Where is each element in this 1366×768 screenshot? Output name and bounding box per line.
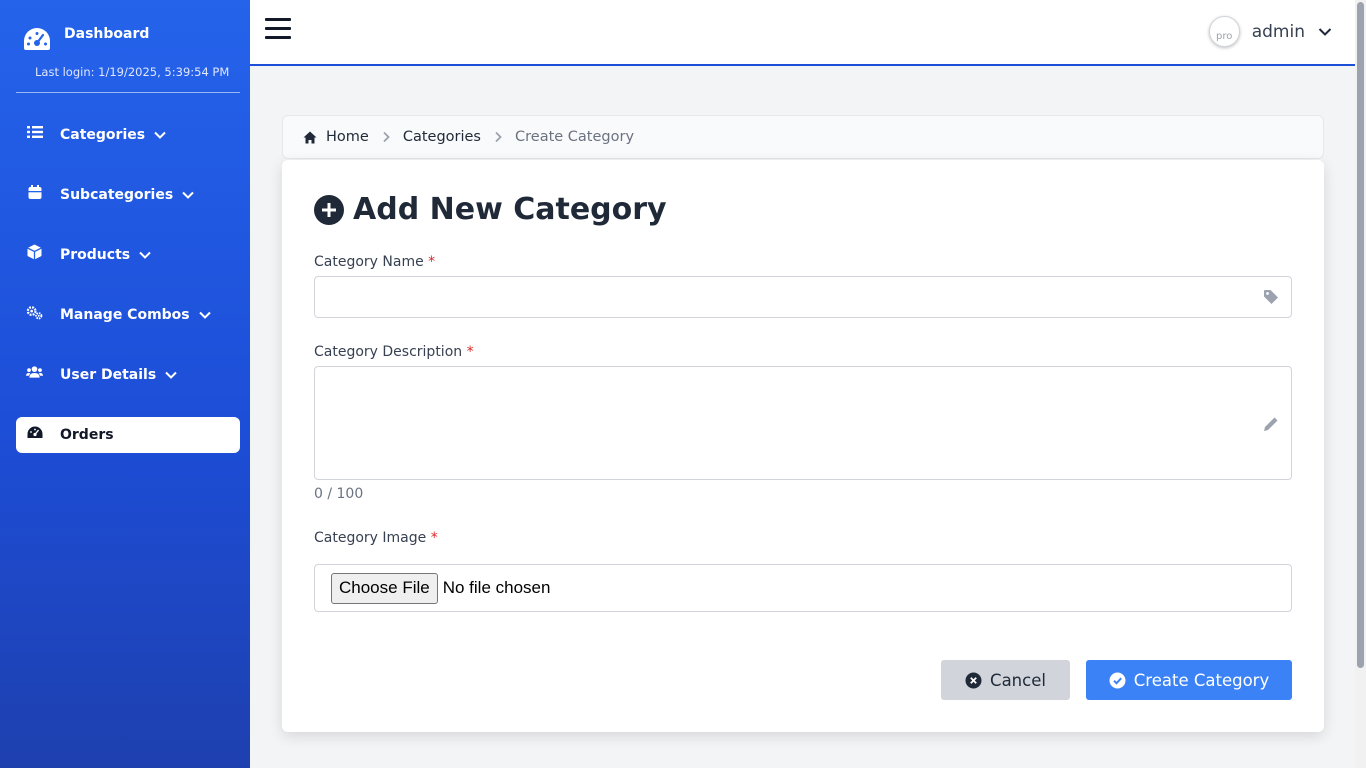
chevron-down-icon <box>164 368 178 382</box>
last-login-text: Last login: 1/19/2025, 5:39:54 PM <box>35 65 230 79</box>
category-description-field <box>314 366 1292 480</box>
sidebar-item-label: Subcategories <box>60 187 174 203</box>
category-description-label-text: Category Description <box>314 344 463 360</box>
list-icon <box>26 124 43 141</box>
chevron-down-icon <box>138 248 152 262</box>
required-marker: * <box>466 344 474 360</box>
brand-link[interactable]: Dashboard <box>22 26 149 52</box>
username: admin <box>1251 21 1305 42</box>
sidebar-nav: Categories Subcategories Products Manage… <box>16 117 240 477</box>
category-name-label-text: Category Name <box>314 254 424 270</box>
category-name-label: Category Name * <box>314 254 435 270</box>
chevron-down-icon <box>1318 27 1332 36</box>
breadcrumb-home-label: Home <box>326 129 369 145</box>
calendar-icon <box>26 184 43 201</box>
required-marker: * <box>428 254 436 270</box>
times-circle-icon <box>965 672 982 688</box>
sidebar-item-label: Manage Combos <box>60 307 190 323</box>
page-scrollbar[interactable] <box>1355 0 1366 768</box>
cogs-icon <box>26 304 43 321</box>
cancel-button-label: Cancel <box>990 670 1046 690</box>
sidebar-item-user-details[interactable]: User Details <box>16 357 240 393</box>
hamburger-line <box>265 18 291 21</box>
breadcrumb-home[interactable]: Home <box>303 129 369 145</box>
category-image-label-text: Category Image <box>314 530 427 546</box>
chevron-down-icon <box>181 188 195 202</box>
required-marker: * <box>430 530 438 546</box>
user-menu[interactable]: pro admin <box>1208 16 1333 47</box>
users-icon <box>26 364 43 381</box>
sidebar-item-manage-combos[interactable]: Manage Combos <box>16 297 240 333</box>
category-name-input[interactable] <box>315 277 1291 317</box>
scrollbar-thumb[interactable] <box>1357 2 1364 668</box>
breadcrumb: Home Categories Create Category <box>282 115 1324 159</box>
chevron-right-icon <box>381 131 391 143</box>
breadcrumb-categories[interactable]: Categories <box>403 129 481 145</box>
category-image-field: Choose File No file chosen <box>314 564 1292 612</box>
category-image-label: Category Image * <box>314 530 438 546</box>
page-title-text: Add New Category <box>353 192 667 227</box>
brand-title: Dashboard <box>64 26 150 42</box>
topbar: pro admin <box>250 0 1355 66</box>
breadcrumb-current: Create Category <box>515 129 635 145</box>
check-circle-icon <box>1109 672 1126 688</box>
home-icon <box>303 131 317 143</box>
sidebar-item-categories[interactable]: Categories <box>16 117 240 153</box>
sidebar-item-orders[interactable]: Orders <box>16 417 240 453</box>
plus-circle-icon <box>314 194 344 225</box>
hamburger-line <box>265 27 291 30</box>
create-category-button[interactable]: Create Category <box>1086 660 1292 700</box>
hamburger-line <box>265 36 291 39</box>
category-description-label: Category Description * <box>314 344 474 360</box>
sidebar-item-label: Categories <box>60 127 146 143</box>
sidebar-divider <box>16 92 240 93</box>
category-description-textarea[interactable] <box>315 367 1291 479</box>
chevron-down-icon <box>153 128 167 142</box>
tag-icon <box>1264 290 1278 304</box>
box-icon <box>26 244 43 261</box>
create-category-card: Add New Category Category Name * Categor… <box>282 160 1324 732</box>
cancel-button[interactable]: Cancel <box>941 660 1070 700</box>
chevron-down-icon <box>198 308 212 322</box>
category-name-field <box>314 276 1292 318</box>
pencil-icon <box>1264 417 1278 431</box>
gauge-icon <box>26 424 43 441</box>
sidebar-item-label: User Details <box>60 367 157 383</box>
file-status-text: No file chosen <box>442 578 551 597</box>
menu-toggle-button[interactable] <box>265 18 291 42</box>
gauge-icon <box>24 28 50 50</box>
create-category-button-label: Create Category <box>1133 670 1270 690</box>
choose-file-button[interactable]: Choose File <box>331 572 438 604</box>
page-title: Add New Category <box>314 192 667 227</box>
sidebar: Dashboard Last login: 1/19/2025, 5:39:54… <box>0 0 250 768</box>
chevron-right-icon <box>493 131 503 143</box>
sidebar-item-label: Products <box>60 247 131 263</box>
sidebar-item-products[interactable]: Products <box>16 237 240 273</box>
sidebar-item-subcategories[interactable]: Subcategories <box>16 177 240 213</box>
sidebar-item-label: Orders <box>60 427 114 443</box>
avatar: pro <box>1208 16 1240 47</box>
character-counter: 0 / 100 <box>314 486 364 502</box>
